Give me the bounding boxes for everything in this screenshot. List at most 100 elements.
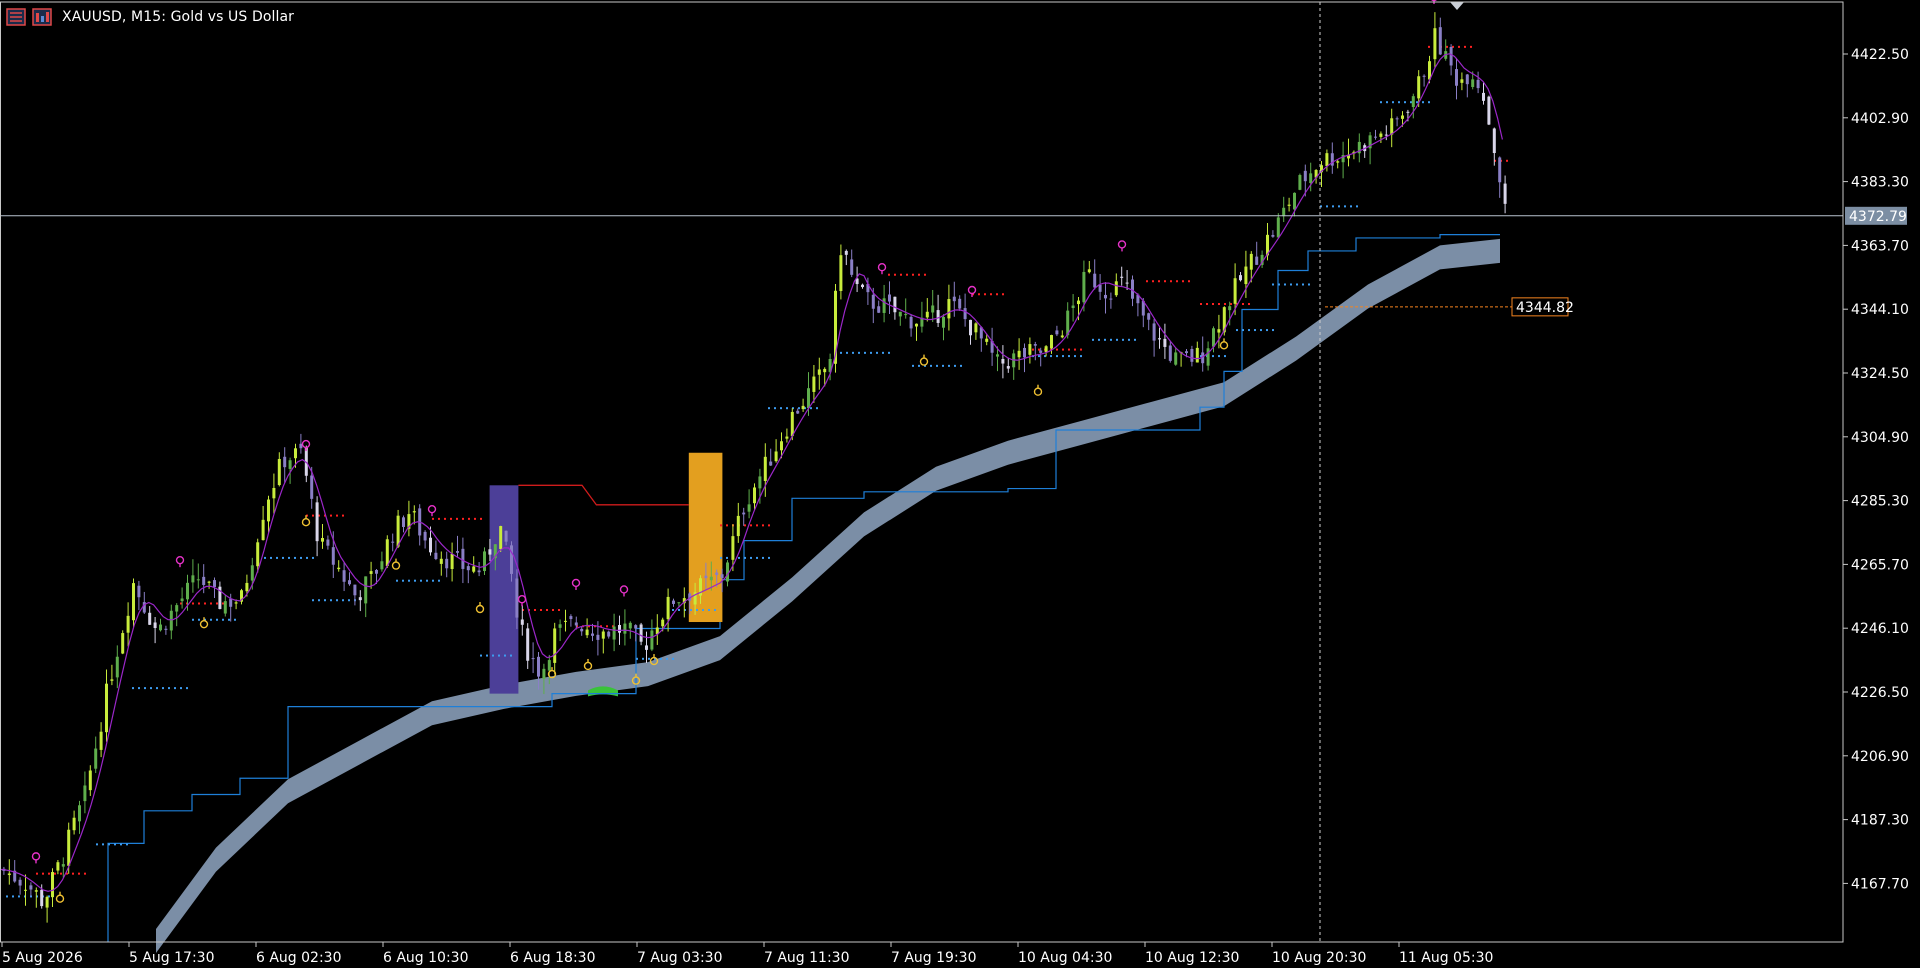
bear-candle (1406, 111, 1410, 113)
support-dot (150, 687, 152, 690)
resistance-dot (546, 608, 548, 611)
price-chart[interactable]: 4422.50 4402.90 4383.30 4363.70 4344.10 4324.… (0, 0, 1920, 968)
bull-candle (1249, 253, 1253, 270)
bear-candle (429, 537, 432, 553)
support-dot (1428, 101, 1430, 104)
support-dot (138, 687, 140, 690)
bull-candle (250, 565, 254, 581)
bear-candle (1482, 92, 1485, 101)
bull-candle (661, 619, 665, 627)
bull-candle (747, 504, 751, 512)
bull-candle (1174, 352, 1178, 365)
bull-candle (996, 354, 999, 357)
bull-candle (61, 864, 65, 867)
support-dot (414, 579, 416, 582)
bull-candle (412, 511, 416, 513)
resistance-dot (1182, 280, 1184, 283)
bull-candle (380, 561, 384, 570)
support-dot (660, 657, 662, 660)
price-label: 4285.30 (1851, 494, 1909, 510)
bull-candle (666, 596, 670, 620)
bear-candle (871, 294, 875, 309)
bear-candle (796, 410, 800, 414)
bear-candle (202, 576, 206, 585)
support-dot (102, 843, 104, 846)
time-label: 10 Aug 04:30 (1018, 950, 1112, 966)
resistance-dot (1242, 303, 1244, 306)
support-dot (666, 657, 668, 660)
bull-candle (472, 566, 476, 572)
bull-candle (1212, 328, 1215, 347)
bull-candle (1228, 306, 1232, 311)
bull-candle (726, 562, 729, 582)
bull-candle (121, 633, 125, 654)
resistance-dot (438, 517, 440, 520)
resistance-dot (1224, 303, 1226, 306)
support-dot (324, 599, 326, 602)
support-dot (438, 579, 440, 582)
chart-icon[interactable] (6, 7, 26, 27)
support-dot (144, 687, 146, 690)
bear-candle (909, 316, 913, 329)
bull-candle (223, 601, 227, 614)
bull-candle (785, 436, 789, 439)
support-dot (282, 556, 284, 559)
support-dot (510, 654, 512, 657)
resistance-dot (1032, 348, 1034, 351)
bull-candle (34, 890, 38, 892)
bull-candle (1276, 217, 1280, 238)
support-dot (270, 556, 272, 559)
resistance-dot (1200, 303, 1202, 306)
resistance-dot (762, 524, 764, 527)
support-dot (156, 687, 158, 690)
resistance-dot (312, 514, 314, 517)
support-dot (132, 687, 134, 690)
bull-candle (904, 314, 908, 316)
support-dot (306, 556, 308, 559)
bear-candle (634, 625, 638, 629)
support-dot (750, 556, 752, 559)
resistance-dot (78, 872, 80, 875)
bear-candle (1125, 282, 1129, 284)
support-dot (396, 579, 398, 582)
bull-candle (915, 323, 918, 327)
bull-candle (812, 376, 816, 392)
bear-candle (1498, 157, 1502, 183)
time-label: 11 Aug 05:30 (1399, 950, 1493, 966)
support-dot (696, 608, 698, 611)
bull-candle (186, 582, 189, 600)
bull-candle (763, 456, 767, 481)
support-dot (642, 657, 644, 660)
support-dot (1134, 338, 1136, 341)
bull-candle (115, 656, 119, 678)
support-dot (120, 843, 122, 846)
support-dot (1254, 329, 1256, 332)
support-dot (114, 843, 116, 846)
resistance-dot (894, 273, 896, 276)
resistance-dot (1158, 280, 1160, 283)
resistance-dot (444, 517, 446, 520)
support-dot (672, 657, 674, 660)
bear-candle (423, 531, 427, 541)
support-dot (318, 599, 320, 602)
support-dot (198, 618, 200, 621)
bear-candle (1190, 349, 1194, 362)
support-dot (1272, 329, 1274, 332)
support-dot (1308, 283, 1310, 286)
resistance-dot (978, 293, 980, 296)
bull-candle (396, 515, 400, 547)
bear-candle (537, 656, 540, 677)
resistance-dot (1470, 45, 1472, 48)
resistance-dot (984, 293, 986, 296)
support-dot (1302, 283, 1304, 286)
bear-candle (1455, 69, 1458, 86)
bull-candle (78, 805, 81, 822)
resistance-dot (1458, 45, 1460, 48)
resistance-dot (1248, 303, 1250, 306)
bear-candle (164, 628, 168, 630)
resistance-dot (1212, 303, 1214, 306)
support-dot (1350, 205, 1352, 208)
indicator-icon[interactable] (32, 7, 52, 27)
support-dot (498, 654, 500, 657)
resistance-dot (888, 273, 890, 276)
